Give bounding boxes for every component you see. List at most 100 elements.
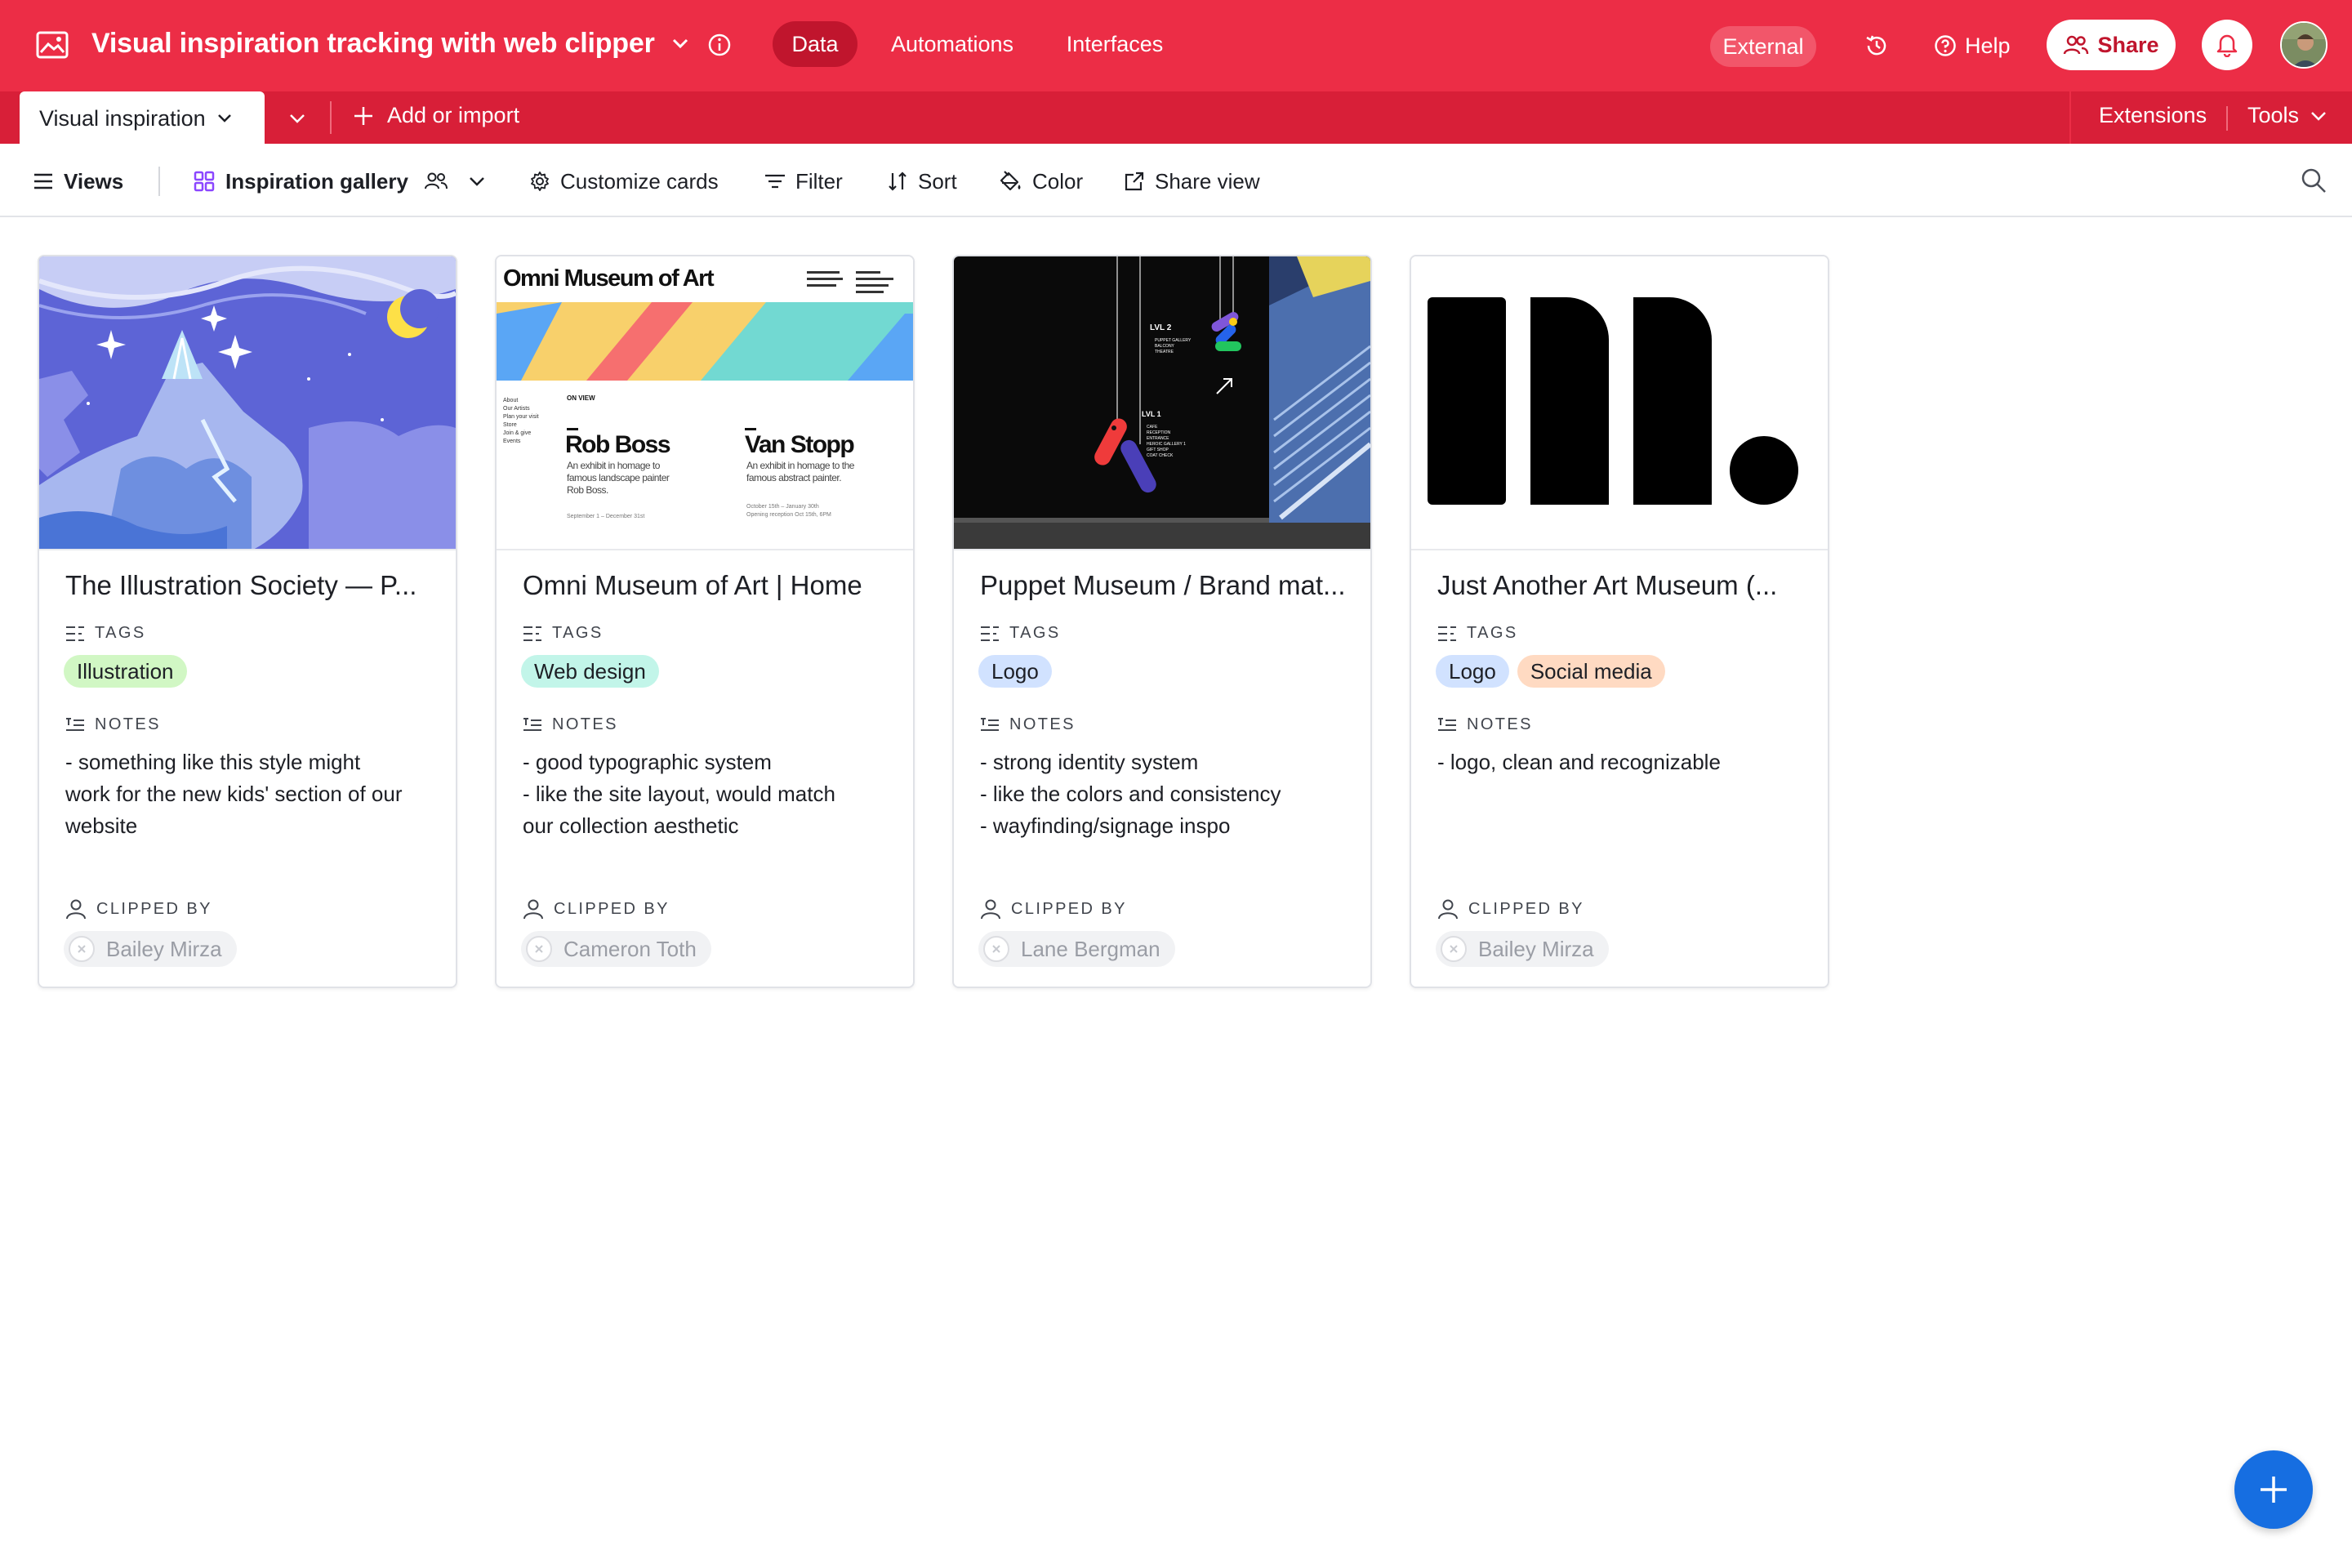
current-view-button[interactable]: Inspiration gallery xyxy=(193,167,485,196)
image-icon xyxy=(36,31,69,59)
close-icon xyxy=(983,936,1009,962)
thumb-exhibit-title: Rob Boss xyxy=(565,431,670,458)
close-icon xyxy=(1441,936,1467,962)
tools-button[interactable]: Tools xyxy=(2247,103,2327,128)
tag-list: Logo Social media xyxy=(1436,655,1665,688)
chevron-down-icon[interactable] xyxy=(217,114,232,123)
notes-text: - strong identity system - like the colo… xyxy=(980,746,1356,842)
tag-pill: Social media xyxy=(1517,655,1665,688)
share-button[interactable]: Share xyxy=(2047,20,2176,70)
collaborator-pill: Cameron Toth xyxy=(521,931,711,967)
notes-line: - something like this style might xyxy=(65,750,361,774)
gallery-card[interactable]: Omni Museum of Art ON VIEW About Our Art… xyxy=(495,255,915,988)
user-photo xyxy=(2282,23,2326,67)
chevron-down-icon[interactable] xyxy=(671,38,689,49)
external-badge[interactable]: External xyxy=(1710,26,1816,67)
notifications-button[interactable] xyxy=(2202,20,2252,70)
thumb-sign-item: RECEPTION xyxy=(1147,430,1171,435)
help-icon xyxy=(1935,35,1956,56)
tag-pill: Web design xyxy=(521,655,659,688)
thumb-exhibit-dates: September 1 – December 31st xyxy=(567,514,644,519)
tags-field-label: TAGS xyxy=(980,624,1061,643)
logo-thumbnail xyxy=(1411,256,1828,549)
thumb-sign-item: GIFT SHOP xyxy=(1147,448,1169,452)
notes-text: - something like this style might work f… xyxy=(65,746,441,842)
user-icon xyxy=(66,899,86,920)
add-record-button[interactable] xyxy=(2234,1450,2313,1529)
search-icon[interactable] xyxy=(2300,167,2328,194)
chevron-down-icon xyxy=(290,114,305,123)
website-thumbnail: Omni Museum of Art ON VIEW About Our Art… xyxy=(497,256,913,549)
notes-line: - good typographic system xyxy=(523,750,772,774)
gear-icon xyxy=(531,172,549,191)
thumb-menu-item: Join & give xyxy=(503,430,531,436)
tag-pill: Logo xyxy=(1436,655,1509,688)
thumb-exhibit-desc: An exhibit in homage to the xyxy=(746,460,855,471)
collaborator-name: Cameron Toth xyxy=(564,936,697,961)
signage-thumbnail: LVL 2 PUPPET GALLERY BALCONY THEATRE LVL… xyxy=(954,256,1370,549)
divider xyxy=(330,101,332,134)
tags-field-label: TAGS xyxy=(1437,624,1518,643)
tag-pill: Illustration xyxy=(64,655,187,688)
nav-interfaces[interactable]: Interfaces xyxy=(1050,21,1179,67)
info-icon[interactable] xyxy=(707,33,732,57)
history-icon[interactable] xyxy=(1864,33,1890,59)
gallery-icon xyxy=(194,171,215,192)
thumb-heading: Omni Museum of Art xyxy=(503,265,715,292)
add-import-label: Add or import xyxy=(387,103,520,127)
notes-line: work for the new kids' section of our xyxy=(65,782,403,806)
card-title: The Illustration Society — P... xyxy=(65,570,417,600)
tag-pill: Logo xyxy=(978,655,1052,688)
notes-line: website xyxy=(65,813,138,838)
notes-line: - wayfinding/signage inspo xyxy=(980,813,1231,838)
plus-icon xyxy=(354,106,372,125)
notes-text: - logo, clean and recognizable xyxy=(1437,746,1813,778)
divider xyxy=(2226,106,2228,131)
base-title[interactable]: Visual inspiration tracking with web cli… xyxy=(91,28,655,60)
notes-line: - like the site layout, would match xyxy=(523,782,835,806)
collaborative-view-icon xyxy=(424,172,448,189)
people-icon xyxy=(2064,35,2089,55)
card-cover-image xyxy=(39,256,456,550)
gallery-card[interactable]: Just Another Art Museum (... TAGS Logo S… xyxy=(1410,255,1829,988)
gallery-card[interactable]: LVL 2 PUPPET GALLERY BALCONY THEATRE LVL… xyxy=(952,255,1372,988)
user-icon xyxy=(1438,899,1458,920)
tags-field-label: TAGS xyxy=(65,624,146,643)
gallery-card[interactable]: The Illustration Society — P... TAGS Ill… xyxy=(38,255,457,988)
notes-field-label: NOTES xyxy=(980,715,1076,734)
filter-button[interactable]: Filter xyxy=(764,167,843,196)
clipped-by-field-label: CLIPPED BY xyxy=(980,898,1127,920)
card-title: Omni Museum of Art | Home xyxy=(523,570,862,600)
notes-label: NOTES xyxy=(1467,715,1533,733)
tags-field-label: TAGS xyxy=(523,624,604,643)
thumb-sign-item: THEATRE xyxy=(1155,350,1174,354)
plus-icon xyxy=(2261,1477,2287,1503)
tags-label: TAGS xyxy=(1467,624,1518,642)
extensions-button[interactable]: Extensions xyxy=(2099,103,2207,128)
collaborator-pill: Bailey Mirza xyxy=(1436,931,1609,967)
help-button[interactable]: Help xyxy=(1934,29,2011,62)
avatar[interactable] xyxy=(2280,21,2328,69)
bell-icon xyxy=(2216,34,2238,57)
tab-visual-inspiration[interactable]: Visual inspiration xyxy=(20,91,265,145)
hamburger-icon xyxy=(34,173,52,189)
tags-label: TAGS xyxy=(95,624,146,642)
clipped-by-label: CLIPPED BY xyxy=(1011,899,1127,918)
more-tables-button[interactable] xyxy=(281,106,314,131)
sort-button[interactable]: Sort xyxy=(887,167,957,196)
clipped-by-label: CLIPPED BY xyxy=(1468,899,1584,918)
long-text-icon xyxy=(1438,717,1456,731)
add-or-import-button[interactable]: Add or import xyxy=(353,103,519,128)
color-button[interactable]: Color xyxy=(998,167,1083,196)
clipped-by-field-label: CLIPPED BY xyxy=(65,898,212,920)
notes-text: - good typographic system - like the sit… xyxy=(523,746,898,842)
nav-automations[interactable]: Automations xyxy=(877,21,1027,67)
nav-data[interactable]: Data xyxy=(773,21,858,67)
customize-cards-button[interactable]: Customize cards xyxy=(529,167,719,196)
notes-line: - strong identity system xyxy=(980,750,1199,774)
multiselect-icon xyxy=(66,626,84,641)
card-title: Just Another Art Museum (... xyxy=(1437,570,1778,600)
tools-label: Tools xyxy=(2247,103,2300,127)
views-button[interactable]: Views xyxy=(33,167,123,196)
share-view-button[interactable]: Share view xyxy=(1124,167,1260,196)
